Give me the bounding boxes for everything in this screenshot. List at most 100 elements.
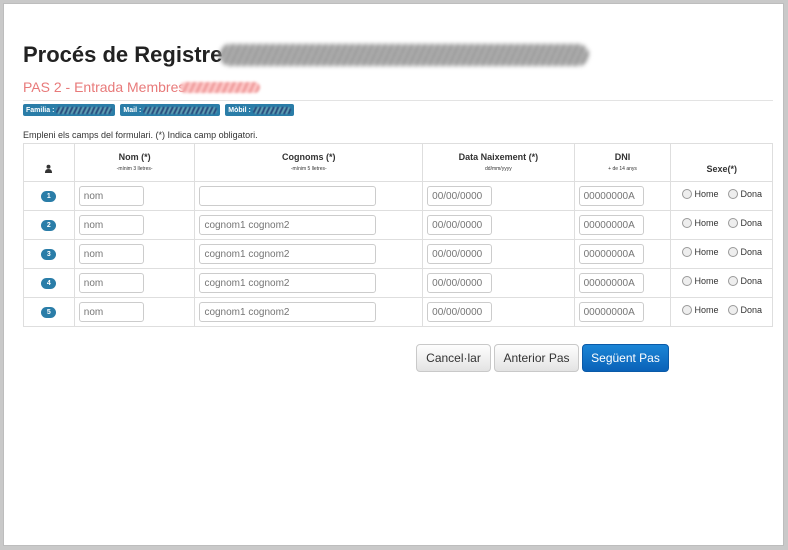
divider (23, 100, 773, 101)
sex-home-label: Home (694, 189, 719, 199)
redacted-step-suffix (180, 82, 260, 93)
header-dni: DNI + de 14 anys (573, 143, 672, 182)
radio-dona[interactable] (728, 218, 739, 228)
sex-options: Home Dona (671, 189, 772, 199)
badge-mobil-label: Mòbil : (228, 106, 251, 114)
header-data-label: Data Naixement (*) (458, 152, 539, 162)
nom-input[interactable] (78, 186, 144, 207)
table-row: 4 Home Dona (23, 268, 773, 298)
sex-home-label: Home (694, 276, 719, 286)
header-dni-label: DNI (614, 152, 631, 162)
row-number-badge: 2 (41, 220, 57, 231)
sex-dona-option[interactable]: Dona (728, 218, 762, 228)
radio-dona[interactable] (728, 189, 739, 199)
badge-mail-label: Mail : (123, 106, 142, 114)
nom-input[interactable] (78, 215, 144, 236)
dni-input[interactable] (578, 273, 644, 294)
next-step-button[interactable]: Següent Pas (582, 344, 669, 372)
form-instructions: Empleni els camps del formulari. (*) Ind… (23, 130, 258, 140)
page-frame: Procés de Registre PAS 2 - Entrada Membr… (3, 3, 784, 546)
dni-input[interactable] (578, 215, 644, 236)
birthdate-input[interactable] (427, 273, 493, 294)
radio-dona[interactable] (728, 247, 739, 257)
sex-dona-option[interactable]: Dona (728, 305, 762, 315)
cognoms-input[interactable] (199, 186, 377, 207)
redacted-mail-value (143, 106, 218, 114)
header-nom-hint: -mínim 3 lletres- (116, 166, 153, 172)
row-number-badge: 5 (41, 307, 57, 318)
table-row: 3 Home Dona (23, 239, 773, 269)
badge-mail: Mail : (120, 104, 221, 116)
sex-home-label: Home (694, 247, 719, 257)
sex-home-option[interactable]: Home (682, 218, 718, 228)
step-heading: PAS 2 - Entrada Membres (23, 79, 186, 95)
birthdate-input[interactable] (427, 186, 493, 207)
sex-dona-label: Dona (740, 247, 762, 257)
header-nom-label: Nom (*) (118, 152, 151, 162)
radio-dona[interactable] (728, 276, 739, 286)
birthdate-input[interactable] (427, 215, 493, 236)
sex-dona-option[interactable]: Dona (728, 247, 762, 257)
nom-input[interactable] (78, 244, 144, 265)
person-icon (24, 164, 74, 175)
sex-dona-label: Dona (740, 276, 762, 286)
header-sexe: Sexe(*) (670, 143, 773, 182)
previous-step-button[interactable]: Anterior Pas (494, 344, 579, 372)
sex-dona-label: Dona (740, 305, 762, 315)
badge-familia-label: Familia : (26, 106, 55, 114)
header-person (23, 143, 75, 182)
cognoms-input[interactable] (199, 244, 377, 265)
header-cognoms: Cognoms (*) -mínim 5 lletres- (194, 143, 424, 182)
header-sexe-label: Sexe(*) (706, 164, 737, 174)
sex-dona-option[interactable]: Dona (728, 189, 762, 199)
sex-dona-label: Dona (740, 218, 762, 228)
sex-home-label: Home (694, 218, 719, 228)
sex-home-label: Home (694, 305, 719, 315)
redacted-familia-value (56, 106, 113, 114)
dni-input[interactable] (578, 302, 644, 323)
cancel-button[interactable]: Cancel·lar (416, 344, 491, 372)
radio-dona[interactable] (728, 305, 739, 315)
sex-home-option[interactable]: Home (682, 276, 718, 286)
nom-input[interactable] (78, 273, 144, 294)
row-number-badge: 4 (41, 278, 57, 289)
sex-options: Home Dona (671, 247, 772, 257)
birthdate-input[interactable] (427, 302, 493, 323)
table-header-row: Nom (*) -mínim 3 lletres- Cognoms (*) -m… (23, 143, 773, 182)
sex-options: Home Dona (671, 218, 772, 228)
info-badges: Familia : Mail : Mòbil : (23, 104, 294, 116)
redacted-title-suffix (219, 44, 589, 66)
members-table: Nom (*) -mínim 3 lletres- Cognoms (*) -m… (23, 143, 773, 327)
sex-home-option[interactable]: Home (682, 305, 718, 315)
header-cognoms-hint: -mínim 5 lletres- (290, 166, 327, 172)
radio-home[interactable] (682, 276, 693, 286)
dni-input[interactable] (578, 244, 644, 265)
radio-home[interactable] (682, 247, 693, 257)
row-number-badge: 3 (41, 249, 57, 260)
sex-home-option[interactable]: Home (682, 189, 718, 199)
header-nom: Nom (*) -mínim 3 lletres- (73, 143, 196, 182)
redacted-mobil-value (252, 106, 291, 114)
radio-home[interactable] (682, 189, 693, 199)
sex-options: Home Dona (671, 305, 772, 315)
sex-dona-label: Dona (740, 189, 762, 199)
dni-input[interactable] (578, 186, 644, 207)
badge-familia: Familia : (23, 104, 116, 116)
sex-dona-option[interactable]: Dona (728, 276, 762, 286)
cognoms-input[interactable] (199, 302, 377, 323)
cognoms-input[interactable] (199, 215, 377, 236)
badge-mobil: Mòbil : (225, 104, 294, 116)
sex-options: Home Dona (671, 276, 772, 286)
table-row: 5 Home Dona (23, 297, 773, 327)
radio-home[interactable] (682, 305, 693, 315)
header-data-hint: dd/mm/yyyy (485, 166, 512, 172)
radio-home[interactable] (682, 218, 693, 228)
row-number-badge: 1 (41, 191, 57, 202)
nom-input[interactable] (78, 302, 144, 323)
sex-home-option[interactable]: Home (682, 247, 718, 257)
header-data: Data Naixement (*) dd/mm/yyyy (422, 143, 575, 182)
birthdate-input[interactable] (427, 244, 493, 265)
page-title: Procés de Registre (23, 42, 223, 67)
table-row: 1 Home Dona (23, 181, 773, 211)
cognoms-input[interactable] (199, 273, 377, 294)
